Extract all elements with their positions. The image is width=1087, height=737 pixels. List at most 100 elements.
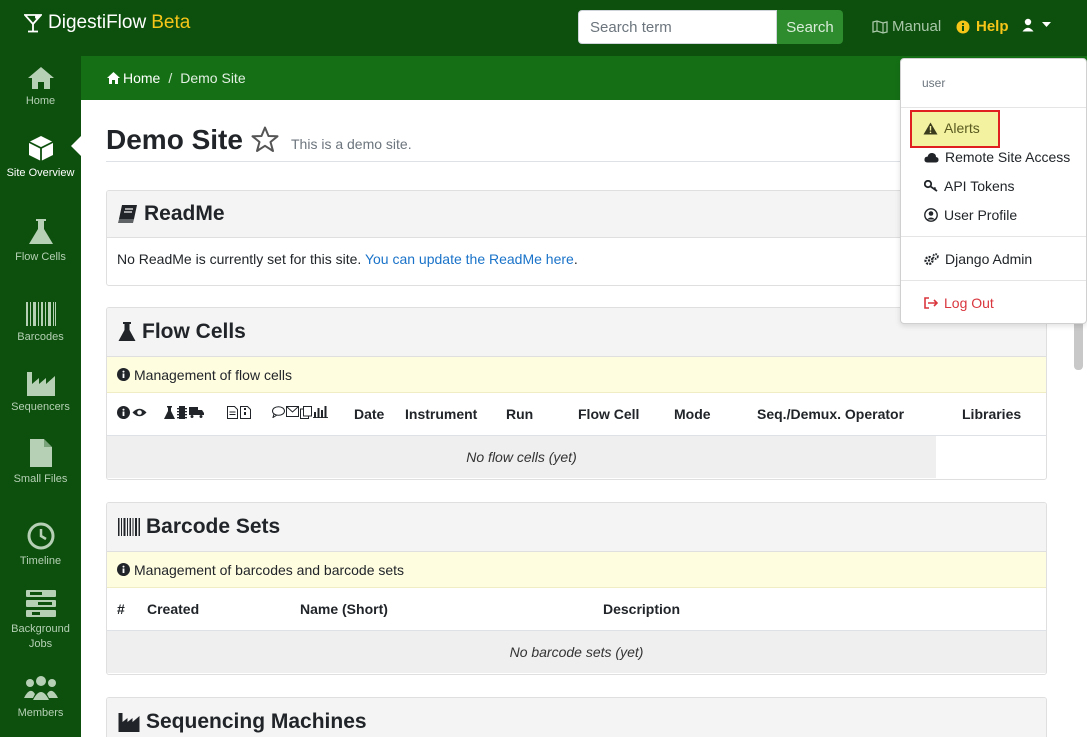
breadcrumb-current: Demo Site (180, 70, 246, 86)
flowcells-card: Flow Cells Management of flow cells Date… (106, 307, 1047, 480)
barcode-icon (118, 518, 140, 536)
sign-out-icon (924, 297, 938, 309)
cogs-icon (924, 252, 939, 265)
flask-icon (164, 406, 175, 419)
barcodes-info-text: Management of barcodes and barcode sets (134, 561, 405, 578)
menu-item-log-out[interactable]: Log Out (924, 295, 994, 311)
status-icons-column (117, 406, 147, 419)
menu-item-user-profile[interactable]: User Profile (924, 207, 1017, 223)
sidebar-item-timeline[interactable]: Timeline (0, 522, 81, 569)
flowcells-info: Management of flow cells (107, 357, 1046, 393)
barcodes-card: Barcode Sets Management of barcodes and … (106, 502, 1047, 675)
eye-icon (132, 408, 147, 417)
column-header: Created (147, 601, 200, 617)
comment-icon (272, 406, 285, 418)
menu-item-django-admin[interactable]: Django Admin (924, 251, 1032, 267)
readme-text: No ReadMe is currently set for this site… (117, 251, 362, 267)
bar-chart-icon (313, 406, 328, 418)
sidebar: Home Site Overview Flow Cells Barcodes S… (0, 56, 81, 737)
sidebar-item-members[interactable]: Members (0, 674, 81, 721)
copy-icon (300, 406, 312, 419)
flowcells-info-text: Management of flow cells (134, 366, 292, 383)
search-form: Search (578, 10, 843, 44)
file-icon (29, 439, 52, 467)
user-circle-icon (924, 208, 938, 222)
barcodes-title: Barcode Sets (146, 515, 281, 538)
cube-icon (28, 136, 53, 161)
sequencing-icons-column (164, 406, 204, 419)
file-icons-column (227, 406, 251, 419)
sidebar-item-label: Home (25, 95, 56, 107)
sidebar-item-background-jobs[interactable]: Background Jobs (0, 590, 81, 652)
info-circle-icon (117, 368, 130, 381)
flowcells-empty-text: No flow cells (yet) (466, 449, 577, 465)
sidebar-item-sequencers[interactable]: Sequencers (0, 370, 81, 415)
sidebar-item-home[interactable]: Home (0, 66, 81, 109)
warning-icon (923, 122, 938, 134)
column-header: Flow Cell (578, 406, 640, 422)
flowcells-empty-row: No flow cells (yet) (107, 436, 936, 478)
sidebar-item-label: Site Overview (6, 167, 75, 179)
menu-item-alerts[interactable]: Alerts (923, 120, 980, 136)
menu-divider (901, 236, 1086, 237)
tasks-icon (25, 590, 56, 617)
clock-icon (27, 522, 54, 550)
star-icon[interactable] (251, 126, 279, 153)
brand[interactable]: DigestiFlow Beta (24, 12, 190, 34)
sidebar-item-site-overview[interactable]: Site Overview (0, 134, 81, 181)
user-icon (1022, 18, 1034, 32)
sequencers-card-header: Sequencing Machines (107, 698, 1046, 737)
user-menu-header: user (922, 76, 946, 90)
help-link[interactable]: Help (956, 18, 1009, 35)
sequencers-card: Sequencing Machines (106, 697, 1047, 737)
message-icons-column (272, 406, 328, 419)
barcodes-empty-row: No barcode sets (yet) (107, 631, 1046, 673)
column-header: Name (Short) (300, 601, 388, 617)
barcodes-table-header: # Created Name (Short) Description (107, 588, 1046, 631)
column-header: Instrument (405, 406, 478, 422)
page-title: Demo Site (106, 124, 243, 155)
flowcells-title: Flow Cells (142, 320, 246, 343)
caret-down-icon (1042, 22, 1051, 27)
key-icon (924, 180, 938, 192)
user-menu-toggle[interactable] (1022, 18, 1051, 32)
column-header: Libraries (962, 406, 1022, 422)
top-navbar: DigestiFlow Beta Search Manual Help (0, 0, 1087, 56)
sidebar-item-small-files[interactable]: Small Files (0, 438, 81, 487)
info-circle-icon (956, 20, 970, 33)
sidebar-item-label: Small Files (13, 473, 68, 485)
user-dropdown-menu: user Remote Site Access API Tokens User … (900, 58, 1087, 324)
industry-icon (26, 372, 55, 396)
map-icon (872, 19, 888, 34)
menu-item-label: API Tokens (944, 178, 1015, 194)
sidebar-item-barcodes[interactable]: Barcodes (0, 302, 81, 345)
sidebar-item-flow-cells[interactable]: Flow Cells (0, 218, 81, 265)
file-archive-icon (240, 406, 251, 419)
page-subtitle: This is a demo site. (291, 136, 412, 152)
active-indicator (71, 136, 81, 156)
menu-item-label: Remote Site Access (945, 149, 1071, 165)
menu-item-label: Alerts (944, 120, 980, 136)
column-header: Description (603, 601, 681, 617)
truck-icon (189, 407, 204, 418)
breadcrumb-home[interactable]: Home (123, 70, 160, 86)
sidebar-item-label: Background Jobs (11, 623, 70, 650)
users-icon (23, 676, 58, 700)
flask-icon (28, 219, 53, 244)
sidebar-item-label: Sequencers (11, 401, 70, 413)
cocktail-icon (24, 14, 42, 33)
menu-item-remote-site-access[interactable]: Remote Site Access (924, 149, 1070, 165)
readme-update-link[interactable]: You can update the ReadMe here (365, 251, 574, 267)
home-icon (27, 67, 54, 89)
manual-link[interactable]: Manual (872, 18, 941, 35)
menu-item-api-tokens[interactable]: API Tokens (924, 178, 1015, 194)
sidebar-item-label: Timeline (19, 555, 62, 567)
file-text-icon (227, 406, 238, 419)
microchip-icon (177, 406, 187, 419)
search-button[interactable]: Search (777, 10, 843, 44)
search-input[interactable] (578, 10, 777, 44)
column-header: Run (506, 406, 534, 422)
industry-icon (118, 713, 140, 732)
breadcrumb-separator: / (168, 70, 173, 86)
column-header: # (117, 601, 125, 617)
